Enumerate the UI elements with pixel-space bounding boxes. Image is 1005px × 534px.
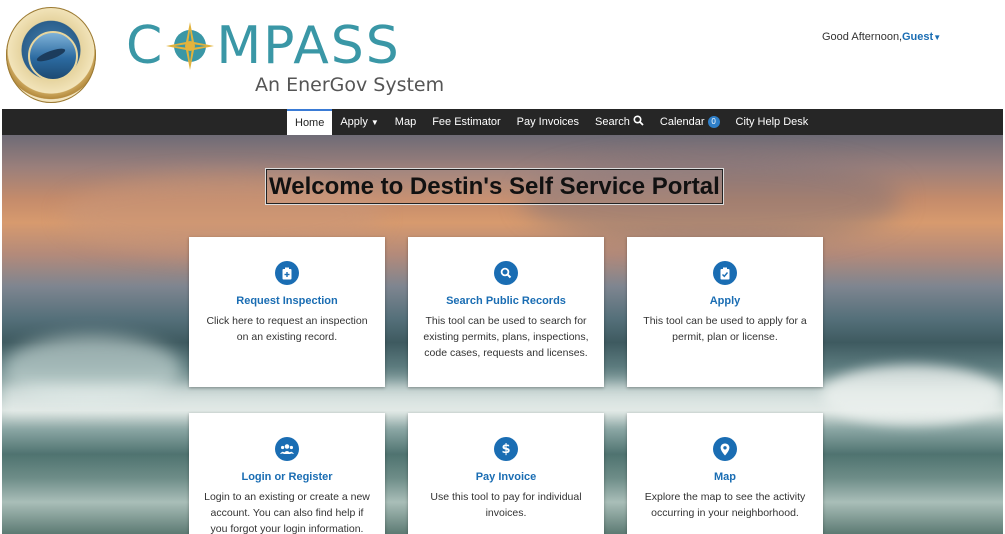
users-icon [275,437,299,461]
main-navbar: Home Apply ▼ Map Fee Estimator Pay Invoic… [2,109,1003,135]
card-pay-invoice[interactable]: $ Pay Invoice Use this tool to pay for i… [408,413,604,534]
nav-apply[interactable]: Apply ▼ [332,109,386,135]
card-title[interactable]: Login or Register [189,471,385,483]
card-map[interactable]: Map Explore the map to see the activity … [627,413,823,534]
card-login-register[interactable]: Login or Register Login to an existing o… [189,413,385,534]
logo-letters-mpass: MPASS [216,16,401,76]
nav-home-label: Home [295,117,325,129]
compass-logo[interactable]: C MPASS [126,16,401,76]
nav-search-label: Search [595,116,630,128]
card-description: Explore the map to see the activity occu… [644,491,806,519]
nav-pay-invoices[interactable]: Pay Invoices [509,109,587,135]
greeting-label: Good Afternoon, [822,31,903,43]
card-request-inspection[interactable]: Request Inspection Click here to request… [189,237,385,387]
hero-background-image: Welcome to Destin's Self Service Portal … [2,135,1003,534]
nav-list: Home Apply ▼ Map Fee Estimator Pay Invoic… [287,109,816,135]
nav-pay-invoices-label: Pay Invoices [516,116,580,128]
card-title[interactable]: Map [627,471,823,483]
card-title[interactable]: Pay Invoice [408,471,604,483]
nav-search[interactable]: Search [587,109,652,135]
nav-help-desk-label: City Help Desk [735,116,809,128]
chevron-down-icon: ▼ [933,33,942,42]
card-title[interactable]: Search Public Records [408,295,604,307]
nav-map-label: Map [394,116,417,128]
card-title[interactable]: Request Inspection [189,295,385,307]
search-icon [494,261,518,285]
calendar-count-badge: 0 [707,116,720,128]
nav-city-help-desk[interactable]: City Help Desk [728,109,817,135]
checklist-icon [713,261,737,285]
nav-calendar[interactable]: Calendar 0 [652,109,728,135]
page-title: Welcome to Destin's Self Service Portal [265,168,724,205]
hero-wave [822,365,1002,425]
dollar-glyph: $ [501,441,511,457]
logo-letter-c: C [126,16,165,76]
site-header: C MPASS An EnerGov System Good Afternoon… [0,0,1005,108]
city-seal-logo[interactable] [6,7,96,103]
nav-calendar-label: Calendar [659,116,705,128]
card-description: Use this tool to pay for individual invo… [430,491,582,519]
guest-user-menu[interactable]: Guest▼ [902,31,941,43]
logo-subtitle: An EnerGov System [255,74,445,96]
guest-label: Guest [902,31,934,43]
card-description: This tool can be used to apply for a per… [643,315,807,343]
card-description: This tool can be used to search for exis… [423,315,589,359]
clipboard-icon [275,261,299,285]
card-description: Login to an existing or create a new acc… [204,491,370,534]
chevron-down-icon: ▼ [370,117,379,127]
nav-fee-estimator-label: Fee Estimator [432,116,501,128]
map-pin-icon [713,437,737,461]
nav-apply-label: Apply [340,116,368,128]
greeting-text: Good Afternoon, [822,31,902,43]
card-title[interactable]: Apply [627,295,823,307]
compass-rose-icon [164,20,216,72]
nav-fee-estimator[interactable]: Fee Estimator [424,109,508,135]
dollar-icon: $ [494,437,518,461]
search-icon [633,115,644,129]
card-apply[interactable]: Apply This tool can be used to apply for… [627,237,823,387]
nav-home[interactable]: Home [287,109,333,135]
card-search-public-records[interactable]: Search Public Records This tool can be u… [408,237,604,387]
nav-map[interactable]: Map [387,109,424,135]
card-description: Click here to request an inspection on a… [206,315,368,343]
